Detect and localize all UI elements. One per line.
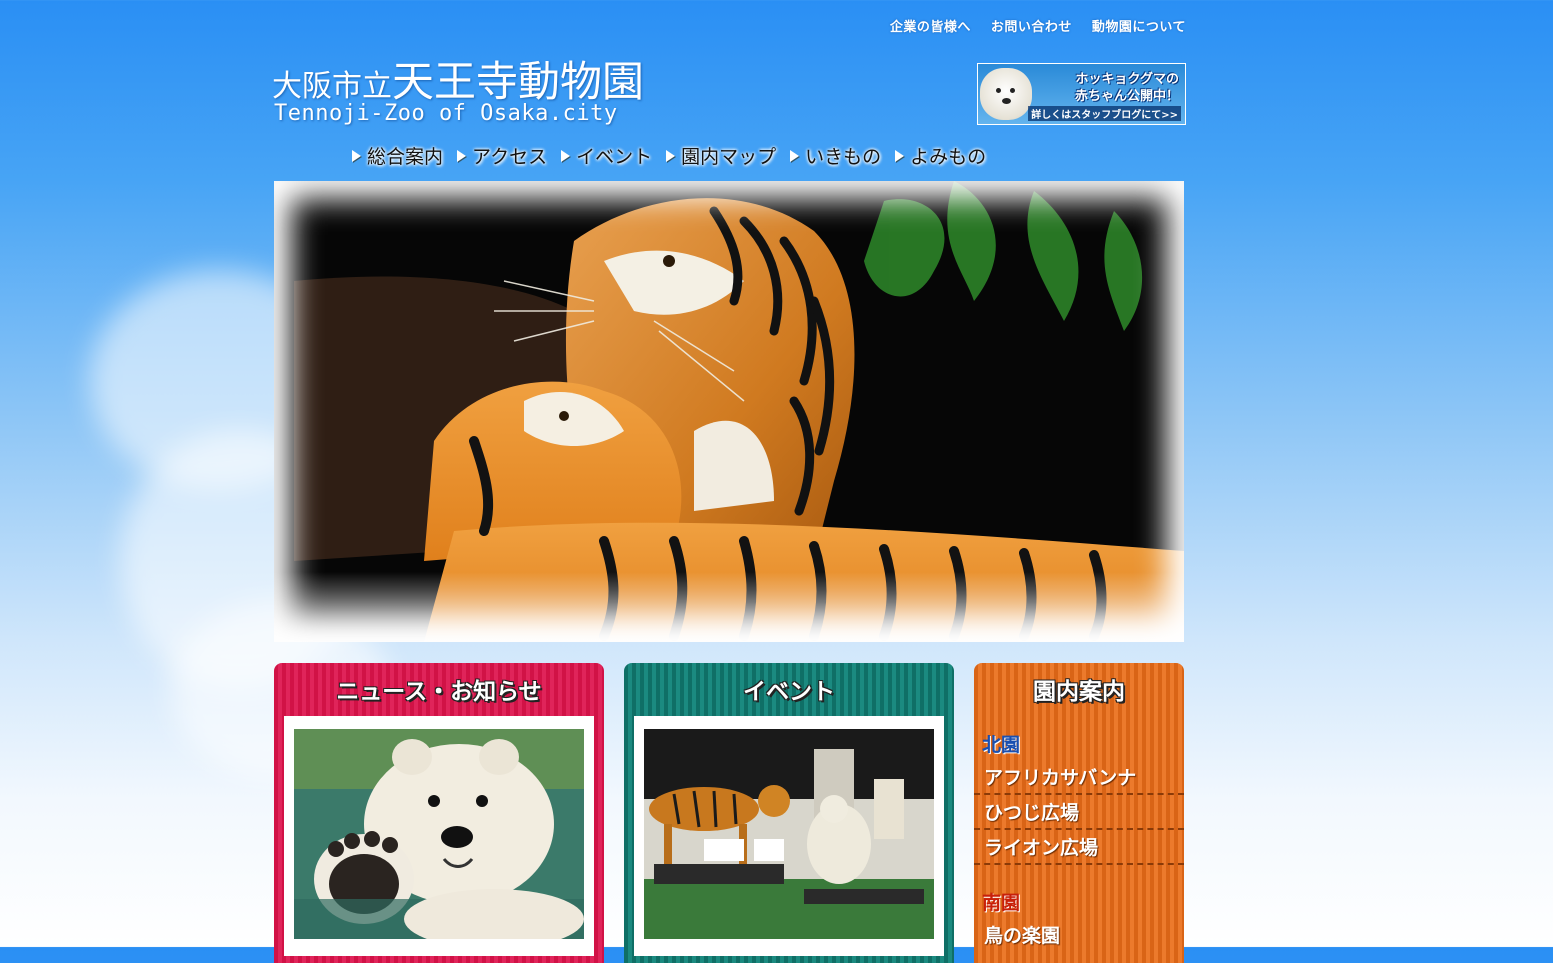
event-panel: イベント xyxy=(624,663,954,963)
area-link-lion-square[interactable]: ライオン広場 xyxy=(974,829,1184,865)
exhibition-photo[interactable] xyxy=(644,729,934,939)
north-area-label: 北園 xyxy=(982,734,1021,756)
nav-label: 総合案内 xyxy=(367,146,444,168)
news-card[interactable] xyxy=(284,716,594,956)
polar-bear-photo[interactable] xyxy=(294,729,584,939)
hero-tiger-image xyxy=(274,181,1184,642)
hero-bottom-fade xyxy=(274,572,1184,642)
area-link-sheep-square[interactable]: ひつじ広場 xyxy=(974,794,1184,830)
page-container: 企業の皆様へ お問い合わせ 動物園について 大阪市立天王寺動物園 Tennoji… xyxy=(272,0,1186,963)
area-link-label: ひつじ広場 xyxy=(984,802,1080,824)
area-link-bird-paradise[interactable]: 鳥の楽園 xyxy=(974,917,1184,951)
logo-prefix: 大阪市立 xyxy=(272,69,392,104)
event-panel-title: イベント xyxy=(743,679,835,705)
nav-label: イベント xyxy=(576,146,653,168)
event-card[interactable] xyxy=(634,716,944,956)
event-panel-header[interactable]: イベント xyxy=(624,663,954,715)
banner-line2: 赤ちゃん公開中！ xyxy=(1074,89,1179,104)
area-link-african-savanna[interactable]: アフリカサバンナ xyxy=(974,759,1184,795)
nav-label: いきもの xyxy=(805,146,882,168)
nav-item-guide[interactable]: 総合案内 xyxy=(352,142,443,169)
contact-link[interactable]: お問い合わせ xyxy=(991,16,1072,35)
area-link-label: アフリカサバンナ xyxy=(984,767,1137,789)
nav-label: アクセス xyxy=(472,146,548,168)
south-area-label: 南園 xyxy=(982,892,1021,914)
park-guide-panel: 園内案内 北園 アフリカサバンナ ひつじ広場 ライオン広場 南園 鳥の楽園 xyxy=(974,663,1184,963)
park-guide-header[interactable]: 園内案内 xyxy=(974,663,1184,715)
nav-item-access[interactable]: アクセス xyxy=(457,142,547,169)
triangle-right-icon xyxy=(895,149,905,162)
polar-bear-banner[interactable]: ホッキョクグマの 赤ちゃん公開中！ 詳しくはスタッフブログにて>> xyxy=(977,63,1186,125)
logo-english: Tennoji-Zoo of Osaka.city xyxy=(274,101,618,126)
area-link-label: 鳥の楽園 xyxy=(984,925,1061,947)
triangle-right-icon xyxy=(666,149,676,162)
nav-label: よみもの xyxy=(910,146,987,168)
news-panel-header[interactable]: ニュース・お知らせ xyxy=(274,663,604,715)
about-zoo-link[interactable]: 動物園について xyxy=(1092,16,1186,35)
banner-line3: 詳しくはスタッフブログにて>> xyxy=(1028,106,1181,121)
area-link-label: ライオン広場 xyxy=(984,837,1099,859)
triangle-right-icon xyxy=(561,149,571,162)
nav-item-animals[interactable]: いきもの xyxy=(790,142,881,169)
site-logo[interactable]: 大阪市立天王寺動物園 xyxy=(272,48,644,109)
nav-item-reading[interactable]: よみもの xyxy=(895,142,986,169)
nav-label: 園内マップ xyxy=(681,146,777,168)
nav-item-event[interactable]: イベント xyxy=(561,142,652,169)
polar-bear-icon xyxy=(980,68,1032,120)
news-panel: ニュース・お知らせ xyxy=(274,663,604,963)
logo-name: 天王寺動物園 xyxy=(392,57,645,106)
triangle-right-icon xyxy=(790,149,800,162)
corporate-link[interactable]: 企業の皆様へ xyxy=(890,16,971,35)
news-panel-title: ニュース・お知らせ xyxy=(336,679,542,705)
nav-item-map[interactable]: 園内マップ xyxy=(666,142,776,169)
global-nav: 総合案内 アクセス イベント 園内マップ いきもの よみもの xyxy=(352,142,1000,169)
triangle-right-icon xyxy=(457,149,467,162)
triangle-right-icon xyxy=(352,149,361,162)
park-guide-title: 園内案内 xyxy=(1033,679,1125,705)
utility-nav: 企業の皆様へ お問い合わせ 動物園について xyxy=(890,16,1186,35)
